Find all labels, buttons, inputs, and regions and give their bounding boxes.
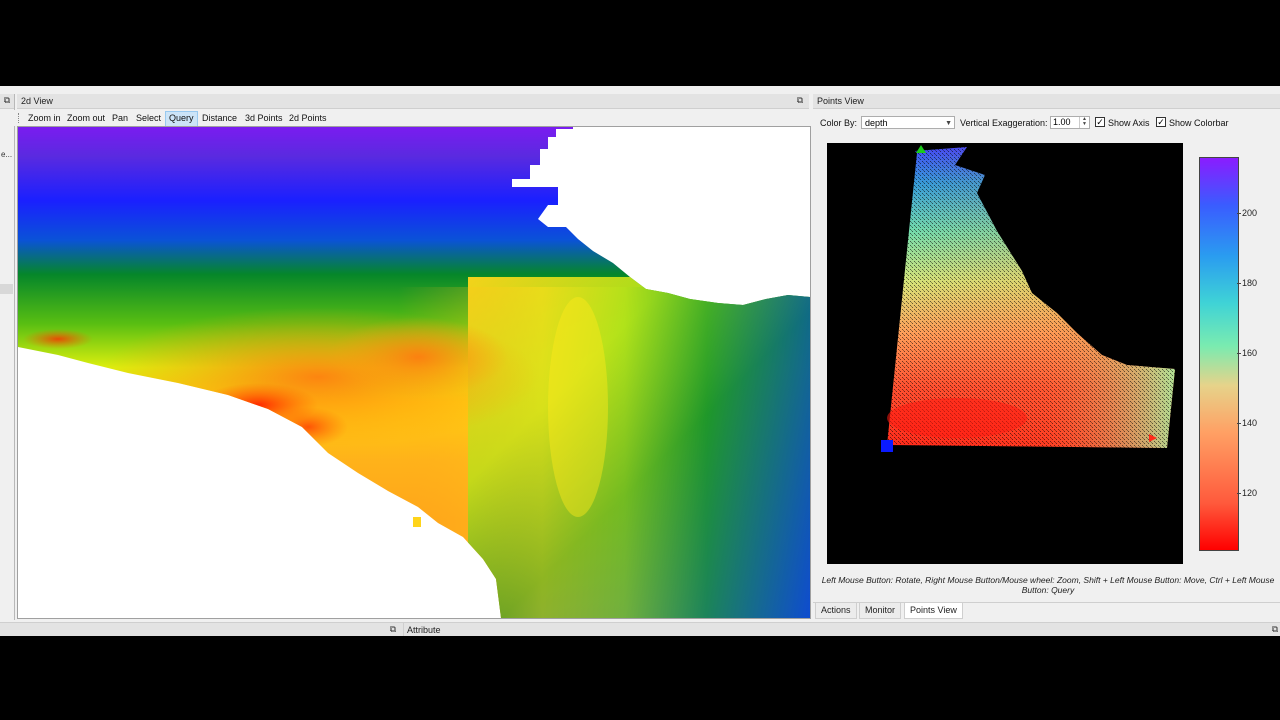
selected-row-marker[interactable]: [0, 284, 13, 294]
chevron-down-icon: ▼: [945, 120, 952, 127]
dock-tab-bar: Actions Monitor Points View: [813, 602, 1280, 619]
left-panel-strip: e...: [0, 94, 15, 620]
map-canvas-2d[interactable]: [17, 126, 811, 619]
float-icon[interactable]: ⧉: [388, 624, 398, 634]
colorbar-tick-mark: [1237, 423, 1241, 424]
attribute-dock-title: Attribute: [407, 625, 441, 635]
zoom-out-button[interactable]: Zoom out: [64, 111, 108, 125]
2d-points-button[interactable]: 2d Points: [286, 111, 330, 125]
application-window: e... ⧉ 2d View ⧉ Zoom in Zoom out Pan Se…: [0, 86, 1280, 636]
depth-colorbar: [1199, 157, 1239, 551]
show-colorbar-checkbox[interactable]: ✓: [1156, 117, 1166, 127]
color-by-label: Color By:: [820, 118, 858, 128]
color-by-value: depth: [865, 118, 888, 128]
colorbar-tick-label: 120: [1242, 488, 1258, 498]
select-button[interactable]: Select: [133, 111, 164, 125]
colorbar-gradient: [1200, 158, 1238, 550]
colorbar-tick-mark: [1237, 353, 1241, 354]
color-by-select[interactable]: depth ▼: [861, 116, 955, 129]
origin-marker: [881, 440, 893, 452]
colorbar-tick-mark: [1237, 213, 1241, 214]
tab-points-view[interactable]: Points View: [904, 603, 963, 619]
float-icon[interactable]: ⧉: [1270, 624, 1280, 634]
float-icon[interactable]: ⧉: [795, 95, 805, 105]
vertical-exaggeration-value: 1.00: [1053, 117, 1071, 127]
query-button[interactable]: Query: [165, 111, 198, 127]
bottom-dock-bar: ⧉ Attribute ⧉: [0, 622, 1280, 636]
truncated-text-indicator: e...: [1, 150, 13, 159]
dock-title-text: 2d View: [21, 96, 53, 106]
show-axis-checkbox[interactable]: ✓: [1095, 117, 1105, 127]
points-view-controls: Color By: depth ▼ Vertical Exaggeration:…: [818, 116, 1278, 132]
point-cloud: [881, 145, 1175, 452]
y-axis-arrow-icon: [916, 145, 926, 153]
show-colorbar-label: Show Colorbar: [1169, 118, 1229, 128]
show-axis-label: Show Axis: [1108, 118, 1150, 128]
dock-title-2d-view: 2d View ⧉: [17, 94, 809, 109]
mouse-controls-hint: Left Mouse Button: Rotate, Right Mouse B…: [816, 575, 1280, 595]
point-cloud-3d-view[interactable]: [827, 143, 1183, 564]
spin-arrows-icon[interactable]: ▲ ▼: [1079, 117, 1089, 128]
zoom-in-button[interactable]: Zoom in: [25, 111, 64, 125]
dock-title-text: Points View: [817, 96, 864, 106]
toolbar-grip-icon[interactable]: [18, 113, 21, 123]
hint-line-2: Button: Query: [1021, 585, 1075, 595]
colorbar-tick-label: 180: [1242, 278, 1258, 288]
distance-button[interactable]: Distance: [199, 111, 240, 125]
colorbar-tick-mark: [1237, 283, 1241, 284]
vertical-exaggeration-label: Vertical Exaggeration:: [960, 118, 1048, 128]
vertical-exaggeration-spinbox[interactable]: 1.00 ▲ ▼: [1050, 116, 1090, 129]
tab-monitor[interactable]: Monitor: [859, 603, 902, 619]
hint-line-1: Left Mouse Button: Rotate, Right Mouse B…: [821, 575, 1275, 585]
colorbar-tick-label: 200: [1242, 208, 1258, 218]
pan-button[interactable]: Pan: [109, 111, 131, 125]
depth-raster: [18, 127, 810, 618]
tab-actions[interactable]: Actions: [815, 603, 857, 619]
colorbar-tick-label: 160: [1242, 348, 1258, 358]
colorbar-tick-mark: [1237, 493, 1241, 494]
3d-points-button[interactable]: 3d Points: [242, 111, 286, 125]
view-toolbar: Zoom in Zoom out Pan Select Query Distan…: [14, 110, 810, 127]
dock-title-points-view: Points View: [813, 94, 1280, 109]
colorbar-tick-label: 140: [1242, 418, 1258, 428]
left-strip-title-bar: ⧉: [0, 94, 14, 109]
float-icon[interactable]: ⧉: [2, 95, 12, 105]
